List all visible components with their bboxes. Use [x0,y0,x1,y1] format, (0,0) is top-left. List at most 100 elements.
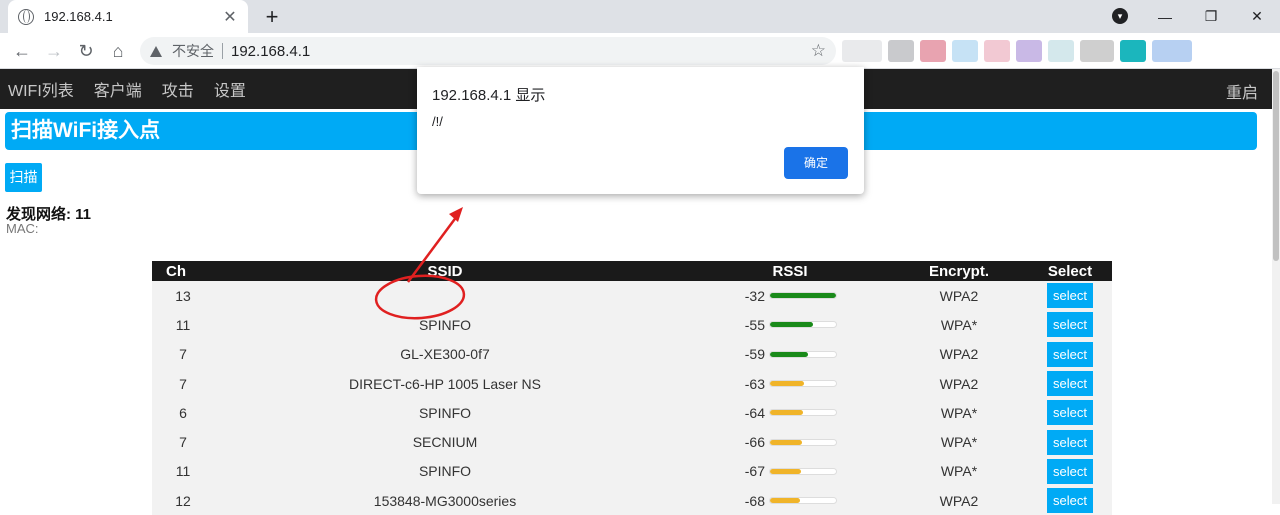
reload-button[interactable]: ↻ [72,37,100,65]
cell-encryption: WPA* [890,427,1028,457]
mac-label: MAC: [6,221,39,236]
cell-rssi: -67 [690,456,890,487]
signal-meter-fill [770,293,836,299]
select-button[interactable]: select [1047,371,1093,397]
select-button[interactable]: select [1047,429,1093,455]
rssi-value: -66 [744,434,765,451]
select-button[interactable]: select [1047,488,1093,514]
cell-channel: 6 [152,398,200,428]
signal-meter [769,438,837,446]
dialog-ok-button[interactable]: 确定 [784,147,848,179]
extensions-area [842,39,1272,63]
bookmark-star-icon[interactable]: ☆ [811,41,826,61]
signal-meter [769,321,837,329]
new-tab-button[interactable]: + [260,4,284,30]
browser-tab[interactable]: 192.168.4.1 ✕ [8,0,248,33]
rssi-value: -32 [744,287,765,304]
table-row: 7 SECNIUM -66 WPA* select [152,427,1112,457]
cell-encryption: WPA2 [890,486,1028,515]
cell-ssid: 153848-MG3000series [200,486,690,515]
cell-rssi: -59 [690,339,890,369]
cell-rssi: -63 [690,368,890,399]
scan-button[interactable]: 扫描 [5,163,42,192]
cell-encryption: WPA2 [890,368,1028,399]
col-header-select: Select [1028,261,1112,281]
signal-meter [769,380,837,388]
cell-encryption: WPA2 [890,339,1028,369]
col-header-ch: Ch [152,261,200,281]
table-row: 12 153848-MG3000series -68 WPA2 select [152,486,1112,515]
nav-item-attack[interactable]: 攻击 [152,77,204,101]
warning-icon[interactable] [150,45,162,57]
nav-item-reboot[interactable]: 重启 [1226,79,1258,103]
browser-tab-strip: 192.168.4.1 ✕ + ▾ — ❐ ✕ [0,0,1280,33]
forward-button[interactable]: → [40,37,68,65]
cell-ssid [200,281,690,311]
insecure-label[interactable]: 不安全 [172,41,214,61]
table-header-row: Ch SSID RSSI Encrypt. Select [152,261,1112,281]
nav-item-wifi-list[interactable]: WIFI列表 [0,77,84,101]
signal-meter-fill [770,351,809,357]
rssi-value: -67 [744,463,765,480]
cell-select: select [1028,368,1112,399]
nav-item-clients[interactable]: 客户端 [84,77,152,101]
select-button[interactable]: select [1047,283,1093,309]
separator [222,43,223,59]
cell-rssi: -68 [690,486,890,515]
cell-channel: 7 [152,427,200,457]
table-row: 6 SPINFO -64 WPA* select [152,398,1112,428]
dialog-message: /!/ [432,114,443,129]
page-scrollbar[interactable] [1272,69,1280,504]
cell-ssid: SECNIUM [200,427,690,457]
select-button[interactable]: select [1047,400,1093,426]
cell-encryption: WPA* [890,398,1028,428]
table-row: 13 -32 WPA2 select [152,281,1112,311]
cell-encryption: WPA* [890,456,1028,487]
cell-channel: 11 [152,456,200,487]
cell-select: select [1028,456,1112,487]
cell-select: select [1028,310,1112,340]
back-button[interactable]: ← [8,37,36,65]
cell-rssi: -55 [690,310,890,340]
cell-select: select [1028,339,1112,369]
cell-ssid: SPINFO [200,398,690,428]
rssi-value: -59 [744,346,765,363]
globe-icon [18,8,34,25]
tab-close-icon[interactable]: ✕ [222,7,238,27]
wifi-table: Ch SSID RSSI Encrypt. Select 13 -32 WPA2 se… [152,261,1112,515]
restore-button[interactable]: ❐ [1188,0,1234,33]
cell-rssi: -66 [690,427,890,457]
col-header-ssid: SSID [200,261,690,281]
rssi-value: -55 [744,316,765,333]
window-close-button[interactable]: ✕ [1234,0,1280,33]
cell-rssi: -32 [690,281,890,311]
cell-encryption: WPA2 [890,281,1028,311]
select-button[interactable]: select [1047,341,1093,367]
home-button[interactable]: ⌂ [104,37,132,65]
cell-select: select [1028,398,1112,428]
annotation-arrow-head [449,207,463,222]
select-button[interactable]: select [1047,312,1093,338]
tab-title: 192.168.4.1 [44,9,113,24]
signal-meter-fill [770,410,803,416]
table-row: 7 DIRECT-c6-HP 1005 Laser NS -63 WPA2 select [152,368,1112,399]
profile-icon[interactable]: ▾ [1112,8,1128,24]
url-text[interactable]: 192.168.4.1 [231,43,811,60]
cell-ssid: SPINFO [200,310,690,340]
alert-dialog: 192.168.4.1 显示 /!/ 确定 [417,67,864,194]
select-button[interactable]: select [1047,458,1093,484]
scrollbar-thumb[interactable] [1273,71,1279,261]
rssi-value: -63 [744,375,765,392]
table-row: 7 GL-XE300-0f7 -59 WPA2 select [152,339,1112,369]
col-header-encrypt: Encrypt. [890,261,1028,281]
minimize-button[interactable]: — [1142,0,1188,33]
signal-meter [769,292,837,300]
address-bar[interactable]: 不安全 192.168.4.1 ☆ [140,37,836,65]
cell-rssi: -64 [690,398,890,428]
nav-item-settings[interactable]: 设置 [204,77,256,101]
cell-ssid: SPINFO [200,456,690,487]
rssi-value: -64 [744,404,765,421]
signal-meter-fill [770,498,800,504]
cell-channel: 11 [152,310,200,340]
cell-channel: 13 [152,281,200,311]
